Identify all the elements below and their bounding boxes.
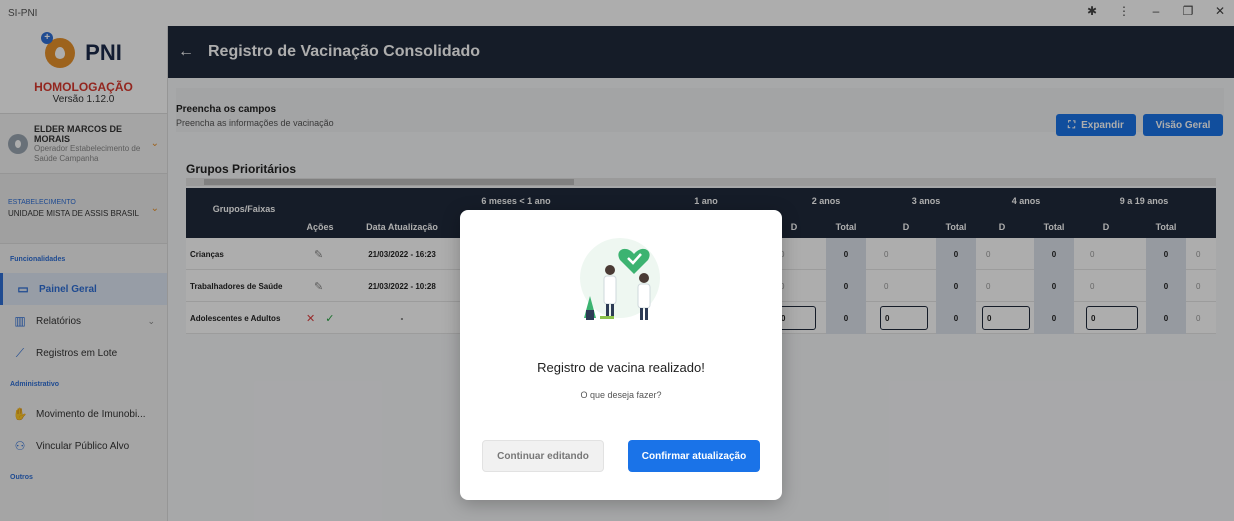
success-dialog: Registro de vacina realizado! O que dese… [460,210,782,500]
dialog-subtitle: O que deseja fazer? [580,390,662,400]
confirm-update-button[interactable]: Confirmar atualização [628,440,760,472]
doctors-illustration [580,238,660,320]
dialog-title: Registro de vacina realizado! [537,360,705,375]
continue-editing-button[interactable]: Continuar editando [482,440,604,472]
